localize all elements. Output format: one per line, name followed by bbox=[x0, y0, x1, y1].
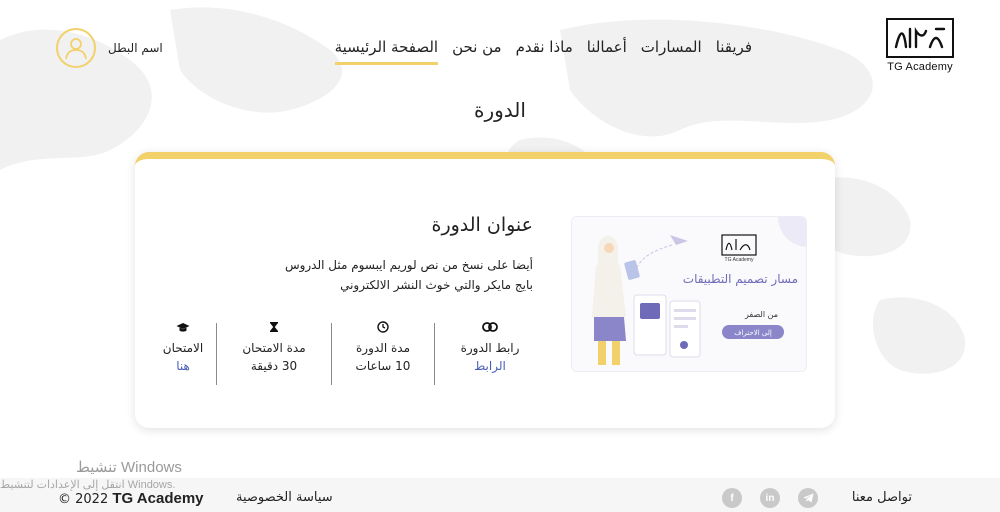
illustration-badge: إلى الاحتراف bbox=[734, 329, 772, 337]
stat-value: 10 ساعات bbox=[355, 359, 411, 373]
contact-us-label: تواصل معنا bbox=[851, 490, 912, 505]
user-profile[interactable]: اسم البطل bbox=[56, 28, 163, 68]
nav-services[interactable]: ماذا نقدم bbox=[516, 38, 573, 65]
nav-tracks[interactable]: المسارات bbox=[641, 38, 702, 65]
stat-label: مدة الدورة bbox=[356, 341, 410, 355]
stat-label: الامتحان bbox=[162, 341, 204, 355]
svg-text:TG Academy: TG Academy bbox=[725, 257, 754, 263]
stat-exam: الامتحان هنا bbox=[157, 319, 209, 385]
hourglass-icon bbox=[270, 322, 278, 332]
copyright-brand: TG Academy bbox=[112, 490, 204, 507]
graduation-cap-icon bbox=[176, 322, 190, 332]
course-link[interactable]: الرابط bbox=[445, 359, 535, 373]
course-stats: رابط الدورة الرابط مدة الدورة 10 ساعات م… bbox=[155, 319, 535, 385]
privacy-policy-link[interactable]: سياسة الخصوصية bbox=[236, 490, 333, 505]
page-title: الدورة bbox=[474, 98, 526, 122]
avatar[interactable] bbox=[56, 28, 96, 68]
stat-exam-duration: مدة الامتحان 30 دقيقة bbox=[222, 319, 326, 385]
illustration-sub: من الصفر bbox=[744, 310, 778, 319]
exam-link[interactable]: هنا bbox=[157, 359, 209, 373]
stat-course-duration: مدة الدورة 10 ساعات bbox=[337, 319, 429, 385]
nav-home[interactable]: الصفحة الرئيسية bbox=[334, 38, 439, 65]
copyright: © 2022 TG Academy bbox=[58, 490, 204, 507]
course-card: TG Academy مسار تصميم التطبيقات من الصفر… bbox=[135, 152, 835, 428]
site-header: TG Academy الصفحة الرئيسية من نحن ماذا ن… bbox=[0, 0, 1000, 90]
course-illustration: TG Academy مسار تصميم التطبيقات من الصفر… bbox=[572, 217, 806, 371]
nav-works[interactable]: أعمالنا bbox=[587, 38, 627, 65]
facebook-icon[interactable]: f bbox=[722, 488, 742, 508]
course-title: عنوان الدورة bbox=[431, 214, 533, 236]
divider bbox=[331, 323, 332, 385]
user-icon bbox=[65, 38, 87, 60]
stat-label: رابط الدورة bbox=[460, 341, 520, 355]
clock-icon bbox=[377, 321, 389, 333]
tg-academy-logo[interactable]: TG Academy bbox=[880, 18, 960, 73]
course-description: أيضا على نسخ من نص لوريم ايبسوم مثل الدر… bbox=[284, 258, 533, 292]
course-image: TG Academy مسار تصميم التطبيقات من الصفر… bbox=[571, 216, 807, 372]
user-name: اسم البطل bbox=[108, 41, 163, 55]
logo-mark bbox=[886, 18, 954, 58]
link-icon bbox=[482, 322, 498, 332]
stat-course-link: رابط الدورة الرابط bbox=[445, 319, 535, 385]
copyright-year: © 2022 bbox=[58, 492, 109, 507]
stat-label: مدة الامتحان bbox=[242, 341, 306, 355]
telegram-icon[interactable] bbox=[798, 488, 818, 508]
divider bbox=[216, 323, 217, 385]
social-links: f in bbox=[722, 488, 818, 508]
linkedin-icon[interactable]: in bbox=[760, 488, 780, 508]
illustration-heading: مسار تصميم التطبيقات bbox=[683, 272, 798, 287]
logo-text: TG Academy bbox=[887, 61, 953, 73]
divider bbox=[434, 323, 435, 385]
windows-activation-subtitle: انتقل إلى الإعدادات لتنشيط Windows. bbox=[0, 479, 176, 491]
windows-activation-title: تنشيط Windows bbox=[76, 459, 182, 476]
nav-about[interactable]: من نحن bbox=[452, 38, 502, 65]
main-nav: الصفحة الرئيسية من نحن ماذا نقدم أعمالنا… bbox=[334, 38, 752, 65]
calligraphy-logo-icon bbox=[894, 27, 946, 49]
stat-value: 30 دقيقة bbox=[250, 359, 298, 373]
nav-team[interactable]: فريقنا bbox=[716, 38, 752, 65]
